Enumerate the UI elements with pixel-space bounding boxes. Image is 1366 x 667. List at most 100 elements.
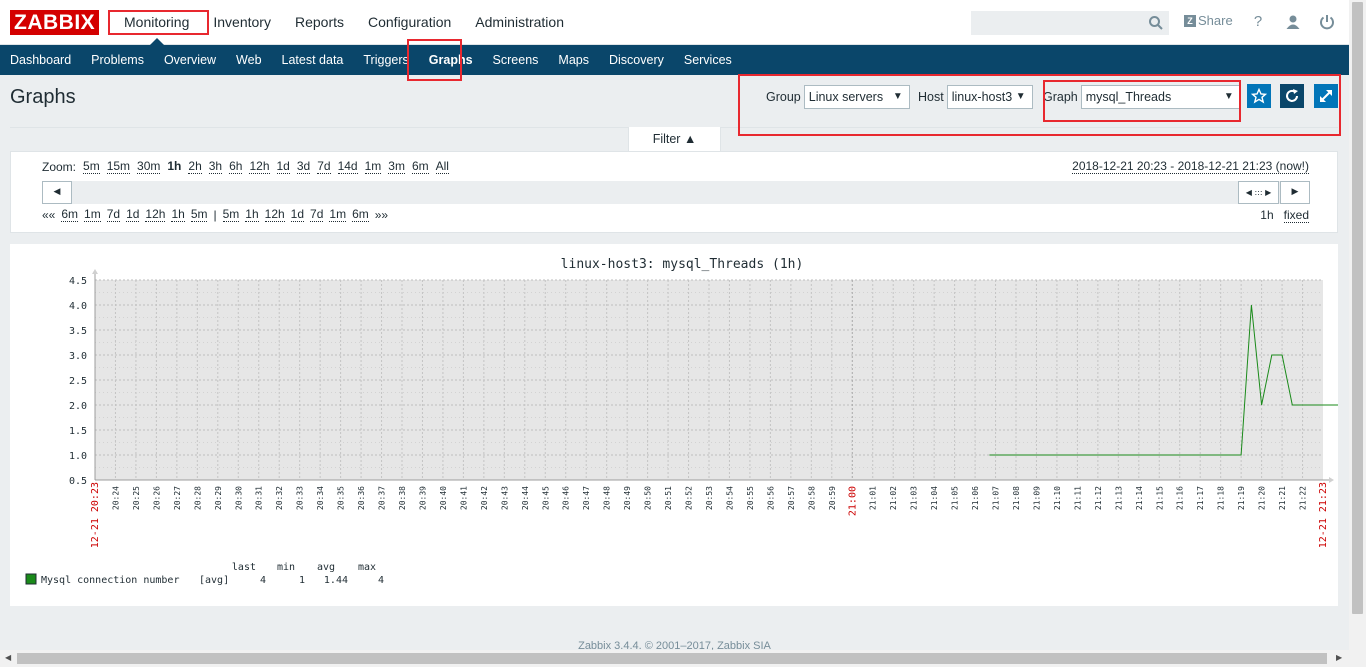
- search-icon[interactable]: [1148, 15, 1164, 31]
- x-tick-label: 20:54: [725, 486, 734, 510]
- x-tick-label: 20:37: [378, 486, 387, 510]
- x-tick-label: 21:21: [1278, 486, 1287, 510]
- y-tick-label: 2.0: [69, 401, 87, 412]
- top-header: ZABBIX Monitoring Inventory Reports Conf…: [0, 0, 1349, 45]
- timeline-scrollbar[interactable]: ◀ ◀ ::: ▶ ▶: [42, 181, 1310, 204]
- x-tick-label: 21:11: [1073, 486, 1082, 510]
- fwd-12h[interactable]: 12h: [264, 208, 285, 222]
- submenu-web[interactable]: Web: [226, 45, 271, 75]
- submenu-discovery[interactable]: Discovery: [599, 45, 674, 75]
- group-label: Group: [766, 90, 801, 104]
- submenu-graphs[interactable]: Graphs: [419, 45, 483, 75]
- user-profile-icon[interactable]: [1283, 12, 1303, 32]
- scroll-right-arrow-icon[interactable]: ▶: [1336, 653, 1342, 662]
- submenu-latest-data[interactable]: Latest data: [272, 45, 354, 75]
- add-to-favourites-button[interactable]: [1247, 84, 1271, 108]
- y-tick-label: 3.5: [69, 326, 87, 337]
- zoom-6h[interactable]: 6h: [229, 160, 243, 174]
- zoom-all[interactable]: All: [435, 160, 449, 174]
- graph-label: Graph: [1043, 90, 1078, 104]
- fwd-5m[interactable]: 5m: [222, 208, 240, 222]
- zoom-12h[interactable]: 12h: [249, 160, 270, 174]
- x-tick-label: 21:18: [1217, 486, 1226, 510]
- menu-reports[interactable]: Reports: [283, 0, 356, 45]
- share-icon: Z: [1184, 14, 1196, 27]
- menu-configuration[interactable]: Configuration: [356, 0, 463, 45]
- y-tick-label: 1.5: [69, 426, 87, 437]
- horizontal-scroll-thumb[interactable]: [17, 653, 1327, 664]
- group-select[interactable]: Linux servers ▼: [803, 85, 910, 109]
- mysql-threads-graph[interactable]: linux-host3: mysql_Threads (1h) 4.5 4.0 3.5…: [10, 244, 1338, 606]
- menu-monitoring[interactable]: Monitoring: [112, 0, 201, 45]
- fwd-end[interactable]: »»: [375, 208, 388, 222]
- back-1h[interactable]: 1h: [171, 208, 185, 222]
- host-label: Host: [918, 90, 944, 104]
- graph-select[interactable]: mysql_Threads ▼: [1080, 85, 1241, 109]
- zoom-15m[interactable]: 15m: [106, 160, 131, 174]
- vertical-scrollbar[interactable]: [1349, 0, 1366, 667]
- legend-header-max: max: [358, 562, 376, 573]
- host-select[interactable]: linux-host3 ▼: [946, 85, 1033, 109]
- submenu-problems[interactable]: Problems: [81, 45, 154, 75]
- fwd-1m[interactable]: 1m: [329, 208, 347, 222]
- submenu-maps[interactable]: Maps: [548, 45, 599, 75]
- back-5m[interactable]: 5m: [190, 208, 208, 222]
- back-7d[interactable]: 7d: [106, 208, 121, 222]
- refresh-button[interactable]: [1280, 84, 1304, 108]
- share-button[interactable]: Z Share: [1184, 13, 1233, 28]
- fwd-6m[interactable]: 6m: [352, 208, 369, 222]
- fullscreen-button[interactable]: [1314, 84, 1338, 108]
- back-1m[interactable]: 1m: [84, 208, 101, 222]
- back-1d[interactable]: 1d: [126, 208, 140, 222]
- zoom-1d[interactable]: 1d: [276, 160, 290, 174]
- back-12h[interactable]: 12h: [145, 208, 166, 222]
- zabbix-logo[interactable]: ZABBIX: [10, 10, 100, 35]
- back-6m[interactable]: 6m: [61, 208, 79, 222]
- x-tick-label: 21:04: [930, 486, 939, 510]
- x-axis-arrow-icon: [1329, 477, 1334, 483]
- zoom-7d[interactable]: 7d: [317, 160, 331, 174]
- fixed-toggle[interactable]: fixed: [1283, 208, 1309, 223]
- help-icon[interactable]: ?: [1248, 12, 1268, 32]
- x-tick-label: 20:32: [275, 486, 284, 510]
- filter-tab[interactable]: Filter ▲: [628, 127, 721, 152]
- zoom-1m[interactable]: 1m: [364, 160, 382, 174]
- fwd-7d[interactable]: 7d: [310, 208, 324, 222]
- scroll-left-button[interactable]: ◀: [42, 181, 72, 204]
- time-range[interactable]: 2018-12-21 20:23 - 2018-12-21 21:23 (now…: [1072, 160, 1309, 174]
- zoom-6m[interactable]: 6m: [411, 160, 429, 174]
- fwd-1d[interactable]: 1d: [290, 208, 305, 222]
- zoom-2h[interactable]: 2h: [188, 160, 202, 174]
- legend-stat-avg: 1.44: [324, 575, 348, 586]
- submenu-triggers[interactable]: Triggers: [353, 45, 418, 75]
- zoom-1h[interactable]: 1h: [167, 160, 181, 174]
- zoom-3m[interactable]: 3m: [388, 160, 405, 174]
- submenu-services[interactable]: Services: [674, 45, 742, 75]
- scroll-handle[interactable]: ◀ ::: ▶: [1238, 181, 1279, 204]
- graph-container: linux-host3: mysql_Threads (1h) 4.5 4.0 3.5…: [10, 244, 1338, 606]
- x-tick-label: 20:42: [480, 486, 489, 510]
- scroll-right-button[interactable]: ▶: [1280, 181, 1310, 204]
- submenu-dashboard[interactable]: Dashboard: [0, 45, 81, 75]
- x-tick-label: 21:20: [1258, 486, 1267, 510]
- zoom-5m[interactable]: 5m: [83, 160, 100, 174]
- vertical-scroll-thumb[interactable]: [1352, 2, 1363, 614]
- sign-out-icon[interactable]: [1317, 12, 1337, 32]
- submenu-screens[interactable]: Screens: [483, 45, 549, 75]
- menu-inventory[interactable]: Inventory: [201, 0, 283, 45]
- back-start[interactable]: ««: [42, 208, 55, 222]
- horizontal-scrollbar[interactable]: ◀ ▶: [0, 650, 1349, 667]
- x-start-label: 12-21 20:23: [90, 482, 101, 548]
- zoom-30m[interactable]: 30m: [137, 160, 161, 174]
- graph-select-value: mysql_Threads: [1085, 90, 1172, 104]
- zoom-14d[interactable]: 14d: [337, 160, 358, 174]
- search-input[interactable]: [972, 12, 1142, 34]
- zoom-3h[interactable]: 3h: [208, 160, 223, 174]
- legend-func: [avg]: [199, 575, 229, 586]
- scroll-left-arrow-icon[interactable]: ◀: [5, 653, 11, 662]
- menu-administration[interactable]: Administration: [463, 0, 576, 45]
- x-tick-label: 20:56: [766, 486, 775, 510]
- fwd-1h[interactable]: 1h: [245, 208, 259, 222]
- zoom-3d[interactable]: 3d: [296, 160, 311, 174]
- submenu-overview[interactable]: Overview: [154, 45, 226, 75]
